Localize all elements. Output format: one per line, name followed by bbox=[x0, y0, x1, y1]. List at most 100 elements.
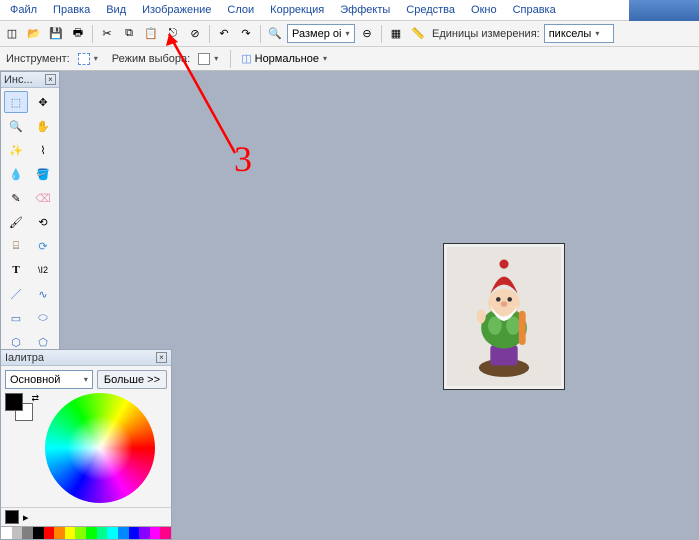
paste-button[interactable]: 📋 bbox=[141, 24, 161, 44]
bucket-tool[interactable]: 🪣 bbox=[31, 163, 55, 185]
curve-tool[interactable]: ∿ bbox=[31, 283, 55, 305]
color-swatch[interactable] bbox=[160, 527, 171, 539]
line-tool[interactable]: ／ bbox=[4, 283, 28, 305]
color-picker-cursor bbox=[98, 446, 102, 450]
color-swatch[interactable] bbox=[139, 527, 150, 539]
current-color[interactable] bbox=[5, 510, 19, 524]
color-swatch[interactable] bbox=[86, 527, 97, 539]
fg-color[interactable] bbox=[5, 393, 23, 411]
menu-help[interactable]: Справка bbox=[505, 2, 564, 18]
tools-panel: Инс... × ⬚ ✥ 🔍 ✋ ✨ ⌇ 💧 🪣 ✎ ⌫ 🖌 ⟲ ⌸ ⟳ T \… bbox=[0, 71, 60, 357]
print-button[interactable]: 🖶 bbox=[68, 24, 88, 44]
size-label: Размер оі bbox=[292, 28, 341, 40]
ellipse-tool[interactable]: ⬭ bbox=[31, 307, 55, 329]
color-swatch[interactable] bbox=[65, 527, 76, 539]
grid-button[interactable]: ▦ bbox=[386, 24, 406, 44]
menu-window[interactable]: Окно bbox=[463, 2, 505, 18]
add-color-icon[interactable]: ▸ bbox=[23, 511, 29, 524]
recolor-tool[interactable]: ⟳ bbox=[31, 235, 55, 257]
separator bbox=[260, 25, 261, 43]
main-toolbar: ◫ 📂 💾 🖶 ✂ ⧉ 📋 ⎋ ⊘ ↶ ↷ 🔍 Размер оі ▾ ⊖ ▦ … bbox=[0, 21, 699, 47]
palette-footer: ▸ bbox=[1, 507, 171, 526]
color-swatch[interactable] bbox=[1, 527, 12, 539]
tool-options-bar: Инструмент: ▾ Режим выбора: ▾ ◫ Нормальн… bbox=[0, 47, 699, 71]
color-swatch[interactable] bbox=[44, 527, 55, 539]
text2-tool[interactable]: \I2 bbox=[31, 259, 55, 281]
zoom-button[interactable]: 🔍 bbox=[265, 24, 285, 44]
deselect-button[interactable]: ⊘ bbox=[185, 24, 205, 44]
tool-swatch[interactable] bbox=[78, 53, 90, 65]
chevron-down-icon: ▾ bbox=[84, 375, 88, 384]
chevron-down-icon: ▾ bbox=[345, 29, 349, 38]
menu-layers[interactable]: Слои bbox=[219, 2, 262, 18]
size-combo[interactable]: Размер оі ▾ bbox=[287, 24, 355, 43]
copy-button[interactable]: ⧉ bbox=[119, 24, 139, 44]
palette-category-combo[interactable]: Основной ▾ bbox=[5, 370, 93, 389]
close-icon[interactable]: × bbox=[156, 352, 167, 363]
color-swatch[interactable] bbox=[118, 527, 129, 539]
color-swatch[interactable] bbox=[97, 527, 108, 539]
color-swatch[interactable] bbox=[22, 527, 33, 539]
wand-tool[interactable]: ✨ bbox=[4, 139, 28, 161]
separator bbox=[230, 50, 231, 68]
blend-icon: ◫ bbox=[241, 52, 251, 65]
redo-button[interactable]: ↷ bbox=[236, 24, 256, 44]
menu-effects[interactable]: Эффекты bbox=[332, 2, 398, 18]
color-swatch[interactable] bbox=[12, 527, 23, 539]
tools-panel-title: Инс... × bbox=[1, 72, 59, 88]
rect-tool[interactable]: ▭ bbox=[4, 307, 28, 329]
brush-tool[interactable]: 🖌 bbox=[4, 211, 28, 233]
menu-edit[interactable]: Правка bbox=[45, 2, 98, 18]
chevron-down-icon: ▾ bbox=[595, 29, 599, 38]
hand-tool[interactable]: ✋ bbox=[31, 115, 55, 137]
crop-button[interactable]: ⎋ bbox=[163, 24, 183, 44]
pencil-tool[interactable]: ✎ bbox=[4, 187, 28, 209]
close-icon[interactable]: × bbox=[45, 74, 56, 85]
blend-combo[interactable]: ◫ Нормальное ▾ bbox=[237, 49, 331, 68]
selection-mode-label: Режим выбора: bbox=[110, 53, 192, 65]
window-chrome bbox=[629, 0, 699, 21]
select-tool[interactable]: ⬚ bbox=[4, 91, 28, 113]
fg-bg-swatches[interactable]: ⇄ bbox=[5, 393, 39, 427]
cut-button[interactable]: ✂ bbox=[97, 24, 117, 44]
clone-tool[interactable]: ⟲ bbox=[31, 211, 55, 233]
separator bbox=[381, 25, 382, 43]
swap-colors-icon[interactable]: ⇄ bbox=[31, 393, 39, 404]
menu-image[interactable]: Изображение bbox=[134, 2, 219, 18]
units-value: пикселы bbox=[549, 28, 592, 40]
open-button[interactable]: 📂 bbox=[24, 24, 44, 44]
palette-panel: Іалитра × Основной ▾ Больше >> ⇄ ▸ bbox=[0, 349, 172, 540]
mode-swatch[interactable] bbox=[198, 53, 210, 65]
chevron-down-icon[interactable]: ▾ bbox=[214, 54, 218, 63]
color-swatch[interactable] bbox=[129, 527, 140, 539]
chevron-down-icon[interactable]: ▾ bbox=[94, 54, 98, 63]
image-window[interactable] bbox=[443, 243, 565, 390]
new-button[interactable]: ◫ bbox=[2, 24, 22, 44]
color-swatch[interactable] bbox=[75, 527, 86, 539]
eyedropper-tool[interactable]: 💧 bbox=[4, 163, 28, 185]
units-combo[interactable]: пикселы ▾ bbox=[544, 24, 614, 43]
palette-category-value: Основной bbox=[10, 374, 60, 386]
zoom-tool[interactable]: 🔍 bbox=[4, 115, 28, 137]
stamp-tool[interactable]: ⌸ bbox=[4, 235, 28, 257]
text-tool[interactable]: T bbox=[4, 259, 28, 281]
color-swatch[interactable] bbox=[107, 527, 118, 539]
zoom-out-button[interactable]: ⊖ bbox=[357, 24, 377, 44]
palette-more-button[interactable]: Больше >> bbox=[97, 370, 167, 389]
lasso-tool[interactable]: ⌇ bbox=[31, 139, 55, 161]
undo-button[interactable]: ↶ bbox=[214, 24, 234, 44]
menu-adjust[interactable]: Коррекция bbox=[262, 2, 332, 18]
menu-tools[interactable]: Средства bbox=[398, 2, 463, 18]
menu-file[interactable]: Файл bbox=[2, 2, 45, 18]
color-swatch[interactable] bbox=[150, 527, 161, 539]
eraser-tool[interactable]: ⌫ bbox=[31, 187, 55, 209]
color-swatch[interactable] bbox=[54, 527, 65, 539]
ruler-button[interactable]: 📏 bbox=[408, 24, 428, 44]
menu-view[interactable]: Вид bbox=[98, 2, 134, 18]
color-strip[interactable] bbox=[1, 526, 171, 539]
color-swatch[interactable] bbox=[33, 527, 44, 539]
move-tool[interactable]: ✥ bbox=[31, 91, 55, 113]
separator bbox=[209, 25, 210, 43]
color-wheel[interactable] bbox=[45, 393, 155, 503]
save-button[interactable]: 💾 bbox=[46, 24, 66, 44]
